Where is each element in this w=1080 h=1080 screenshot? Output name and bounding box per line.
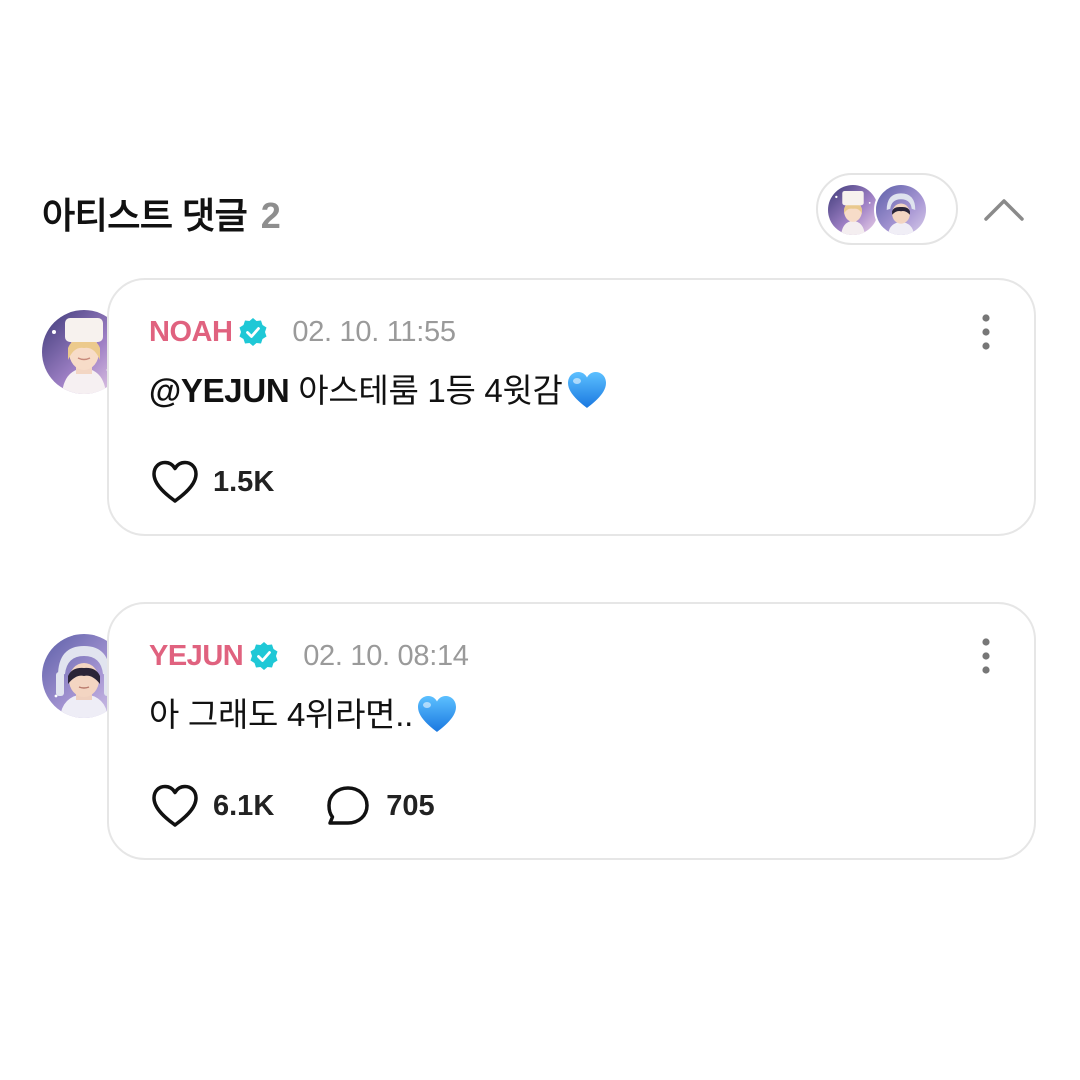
blue-heart-emoji [567, 372, 606, 408]
verified-badge-icon [239, 318, 267, 346]
comment-timestamp: 02. 10. 08:14 [303, 639, 469, 672]
comment-bubble-icon [327, 786, 370, 825]
comment-header: YEJUN 02. 10. 08:14 [149, 638, 469, 674]
avatar-yejun-mini [874, 183, 928, 237]
artist-avatar-stack[interactable] [816, 173, 958, 245]
comment-header: NOAH 02. 10. 11:55 [149, 314, 456, 350]
like-button[interactable]: 1.5K [149, 456, 274, 508]
comment-author[interactable]: NOAH [149, 316, 233, 349]
heart-outline-icon [152, 460, 198, 503]
blue-heart-emoji [417, 696, 456, 732]
artist-comments-panel: 아티스트 댓글 2 NOAH 02. 10. 11:55 @YEJUN 아스테룸… [0, 0, 1080, 1080]
like-count: 6.1K [213, 789, 275, 822]
comment-actions: 1.5K [149, 454, 322, 510]
more-options-button[interactable] [974, 636, 998, 676]
verified-badge-icon [250, 642, 278, 670]
heart-outline-icon [152, 784, 198, 827]
section-header: 아티스트 댓글 2 [42, 170, 1042, 248]
comment-text: 아 그래도 4위라면.. [149, 688, 459, 736]
collapse-button[interactable] [982, 187, 1026, 231]
comment-card: YEJUN 02. 10. 08:14 아 그래도 4위라면.. 6.1K 70… [107, 602, 1036, 860]
comment-card: NOAH 02. 10. 11:55 @YEJUN 아스테룸 1등 4윗감 1.… [107, 278, 1036, 536]
mention-link[interactable]: @YEJUN [149, 372, 290, 409]
avatar-noah-mini [826, 183, 880, 237]
chevron-up-icon [984, 199, 1024, 221]
comment-text: @YEJUN 아스테룸 1등 4윗감 [149, 364, 609, 412]
like-count: 1.5K [213, 465, 275, 498]
section-title: 아티스트 댓글 2 [42, 187, 281, 239]
more-vertical-icon [982, 638, 990, 674]
comment-body: 아스테룸 1등 4윗감 [289, 372, 563, 409]
more-options-button[interactable] [974, 312, 998, 352]
comment-count: 2 [260, 195, 281, 236]
comment-actions: 6.1K 705 [149, 778, 483, 834]
comment-author[interactable]: YEJUN [149, 640, 244, 673]
comment-timestamp: 02. 10. 11:55 [292, 315, 456, 348]
reply-count: 705 [386, 789, 435, 822]
more-vertical-icon [982, 314, 990, 350]
like-button[interactable]: 6.1K [149, 780, 274, 832]
section-title-text: 아티스트 댓글 [42, 195, 248, 236]
reply-button[interactable]: 705 [322, 780, 435, 832]
comment-body: 아 그래도 4위라면.. [149, 696, 413, 733]
